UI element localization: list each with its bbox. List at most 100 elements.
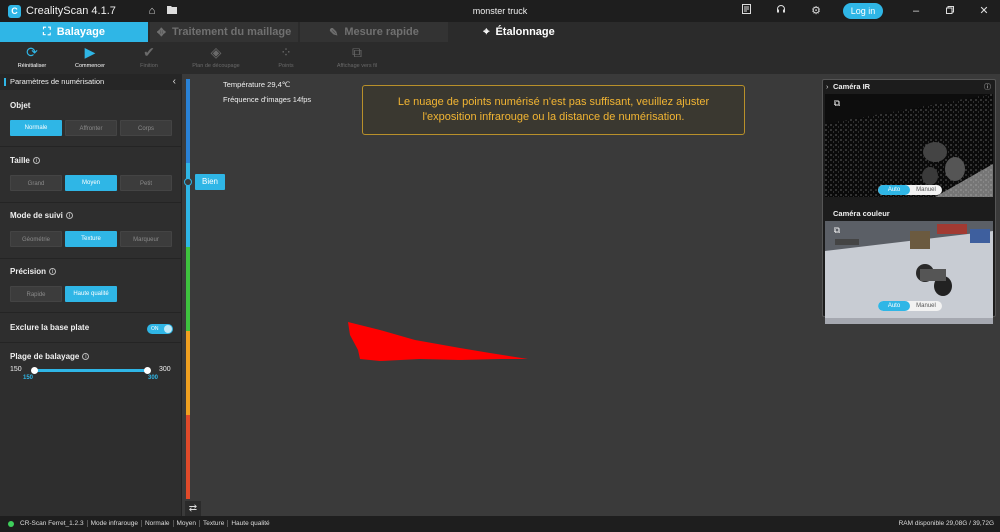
tab-scan[interactable]: ⛶ Balayage (0, 22, 148, 42)
gauge-segment (186, 163, 190, 247)
precision-option-high-quality[interactable]: Haute qualité (65, 286, 117, 302)
login-button[interactable]: Log in (843, 3, 883, 19)
lock-icon[interactable]: ⧉ (831, 224, 843, 236)
document-icon[interactable] (739, 4, 753, 18)
scan-settings-panel: Paramètres de numérisation ‹ Objet Norma… (0, 74, 182, 516)
app-logo: C (8, 4, 21, 18)
exclude-base-label: Exclure la base plate (10, 323, 90, 332)
status-size: Moyen (173, 520, 201, 527)
status-mode: Mode infrarouge (87, 520, 142, 527)
info-icon[interactable]: i (65, 212, 73, 219)
start-button[interactable]: ▶ Commencer (58, 42, 122, 74)
size-option-medium[interactable]: Moyen (65, 175, 117, 191)
precision-option-fast[interactable]: Rapide (10, 286, 62, 302)
info-icon[interactable]: ⓘ (984, 82, 991, 92)
minimize-icon[interactable]: – (909, 4, 923, 18)
finish-button[interactable]: ✔ Finition (117, 42, 181, 74)
scan-range-slider-track[interactable] (34, 369, 148, 372)
ir-camera-feed (825, 94, 993, 197)
connection-status-icon (8, 521, 14, 527)
range-low-handle[interactable] (31, 367, 38, 374)
panel-title: Paramètres de numérisation (10, 77, 105, 86)
app-title: CrealityScan 4.1.7 (26, 5, 116, 17)
mode-tabs: ⛶ Balayage ✥ Traitement du maillage ✎ Me… (0, 22, 1000, 42)
status-quality: Haute qualité (231, 520, 270, 527)
color-manual-option[interactable]: Manuel (910, 301, 942, 311)
gauge-indicator (184, 178, 192, 186)
gauge-segment (186, 415, 190, 499)
camera-preview-panel: › Caméra IR ⓘ ⧉ Auto Manuel Caméra coule… (822, 79, 996, 324)
size-label: Taille i (10, 156, 40, 165)
distance-status-label: Bien (195, 174, 225, 190)
pointcloud-button[interactable]: ⁘ Points (254, 42, 318, 74)
distance-gauge (186, 79, 190, 499)
gauge-segment (186, 79, 190, 163)
tab-mesh-processing[interactable]: ✥ Traitement du maillage (150, 22, 298, 42)
wireframe-view-button[interactable]: ⧉ Affichage vers fil (325, 42, 389, 74)
status-tracking: Texture (200, 520, 229, 527)
reset-button[interactable]: ⟳ Réinitialiser (0, 42, 64, 74)
info-icon[interactable]: i (49, 268, 57, 275)
crosshair-icon: ⌖ (483, 25, 490, 38)
mesh-icon: ✥ (156, 26, 166, 39)
maximize-icon[interactable] (943, 4, 957, 18)
divider (0, 312, 182, 313)
divider (0, 202, 182, 203)
points-icon: ⁘ (280, 44, 292, 60)
tab-calibration[interactable]: ⌖ Étalonnage (445, 22, 593, 42)
tracking-mode-label: Mode de suivi i (10, 211, 73, 220)
chevron-right-icon[interactable]: › (826, 82, 829, 91)
ram-usage: RAM disponible 29,08G / 39,72G (898, 520, 994, 527)
lock-icon[interactable]: ⧉ (831, 97, 843, 109)
tracking-option-marker[interactable]: Marqueur (120, 231, 172, 247)
play-icon: ▶ (84, 44, 96, 60)
scan-frame-icon: ⛶ (42, 25, 51, 38)
color-auto-option[interactable]: Auto (878, 301, 910, 311)
precision-label: Précision i (10, 267, 57, 276)
scan-range-label: Plage de balayage i (10, 352, 90, 361)
range-min-label: 150 (10, 366, 22, 373)
info-icon[interactable]: i (82, 353, 90, 360)
object-option-face[interactable]: Affronter (65, 120, 117, 136)
panel-header-accent (4, 78, 6, 86)
divider (0, 146, 182, 147)
range-high-value: 300 (148, 375, 159, 381)
exclude-base-toggle[interactable]: ON (147, 324, 173, 334)
ir-exposure-toggle[interactable]: Auto Manuel (878, 185, 942, 195)
swap-view-button[interactable]: ⇄ (185, 501, 201, 517)
home-icon[interactable]: ⌂ (145, 4, 159, 18)
folder-icon[interactable] (165, 4, 179, 18)
tab-quick-measure[interactable]: ✎ Mesure rapide (300, 22, 448, 42)
close-icon[interactable]: ✕ (977, 4, 991, 18)
checkmark-icon: ✔ (143, 44, 155, 60)
color-exposure-toggle[interactable]: Auto Manuel (878, 301, 942, 311)
title-bar: C CrealityScan 4.1.7 ⌂ monster truck ⚙ L… (0, 0, 1000, 22)
eraser-icon: ◈ (210, 44, 222, 60)
info-icon[interactable]: i (32, 157, 40, 164)
headset-icon[interactable] (774, 4, 788, 18)
crop-plane-button[interactable]: ◈ Plan de découpage (184, 42, 248, 74)
object-label: Objet (10, 101, 31, 110)
reset-icon: ⟳ (26, 44, 38, 60)
overlap-squares-icon: ⧉ (352, 44, 362, 60)
scan-toolbar: ⟳ Réinitialiser ▶ Commencer ✔ Finition ◈… (0, 42, 1000, 74)
settings-gear-icon[interactable]: ⚙ (809, 4, 823, 18)
size-option-small[interactable]: Petit (120, 175, 172, 191)
status-device: CR-Scan Ferret_1.2.3 (17, 520, 88, 527)
ir-camera-title: Caméra IR (833, 82, 871, 91)
framerate-readout: Fréquence d'images 14fps (223, 95, 312, 104)
range-max-label: 300 (159, 366, 171, 373)
panel-header: Paramètres de numérisation ‹ (0, 74, 182, 90)
size-option-large[interactable]: Grand (10, 175, 62, 191)
divider (0, 258, 182, 259)
gauge-segment (186, 247, 190, 331)
ir-manual-option[interactable]: Manuel (910, 185, 942, 195)
object-option-body[interactable]: Corps (120, 120, 172, 136)
range-high-handle[interactable] (144, 367, 151, 374)
ir-auto-option[interactable]: Auto (878, 185, 910, 195)
status-object: Normale (141, 520, 174, 527)
collapse-chevron-icon[interactable]: ‹ (173, 74, 176, 90)
tracking-option-geometry[interactable]: Géométrie (10, 231, 62, 247)
object-option-normal[interactable]: Normale (10, 120, 62, 136)
tracking-option-texture[interactable]: Texture (65, 231, 117, 247)
